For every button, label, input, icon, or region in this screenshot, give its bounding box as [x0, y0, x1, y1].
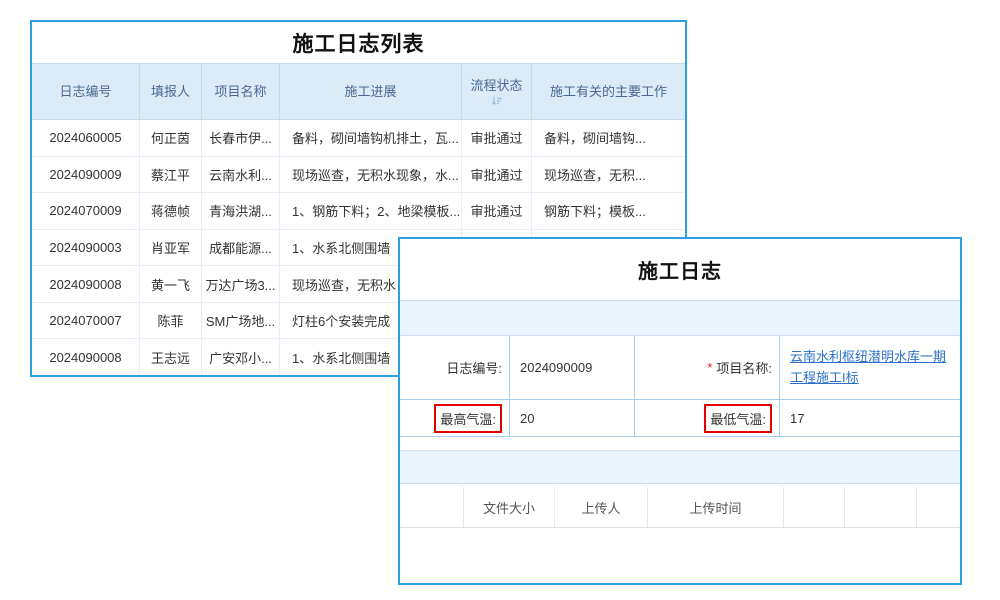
project-name-label: * 项目名称: [635, 336, 780, 399]
reporter-link[interactable]: 王志远 [140, 339, 202, 375]
log-no-link[interactable]: 2024090003 [32, 230, 140, 266]
log-no-link[interactable]: 2024090008 [32, 266, 140, 302]
field-row-temperature: 最高气温: 20 最低气温: 17 [400, 400, 960, 437]
required-asterisk: * [707, 360, 712, 375]
reporter-link[interactable]: 肖亚军 [140, 230, 202, 266]
progress-text: 1、钢筋下料；2、地梁模板... [280, 193, 462, 229]
column-header-project: 项目名称 [202, 64, 280, 119]
status-badge: 审批通过 [462, 193, 532, 229]
attachment-col-upload-time: 上传时间 [648, 487, 784, 527]
attachment-col-file-size: 文件大小 [464, 487, 555, 527]
project-link[interactable]: 广安邓小... [202, 339, 280, 375]
column-header-status-label: 流程状态 [470, 77, 522, 95]
list-table-header: 日志编号 填报人 项目名称 施工进展 流程状态 施工有关的主要工作 [32, 63, 685, 120]
max-temp-label-cell: 最高气温: [400, 400, 510, 436]
column-header-status[interactable]: 流程状态 [462, 64, 532, 119]
attachment-col-blank-2 [784, 487, 845, 527]
column-header-progress: 施工进展 [280, 64, 462, 119]
page: 施工日志列表 日志编号 填报人 项目名称 施工进展 流程状态 施工有关的主要工作… [0, 0, 1000, 600]
max-temp-annotation-box: 最高气温: [434, 404, 502, 433]
project-link[interactable]: SM广场地... [202, 303, 280, 339]
log-no-link[interactable]: 2024070009 [32, 193, 140, 229]
project-name-label-text: 项目名称: [716, 358, 772, 377]
project-link[interactable]: 成都能源... [202, 230, 280, 266]
table-row[interactable]: 2024090009 蔡江平 云南水利... 现场巡查，无积水现象，水... 审… [32, 157, 685, 194]
column-header-log-no: 日志编号 [32, 64, 140, 119]
main-work-text: 钢筋下料；模板... [532, 193, 685, 229]
log-no-link[interactable]: 2024090009 [32, 157, 140, 193]
project-name-cell: 云南水利枢纽潜明水库一期工程施工I标 [780, 336, 960, 399]
status-badge: 审批通过 [462, 120, 532, 156]
list-panel-title: 施工日志列表 [32, 22, 685, 63]
project-name-link[interactable]: 云南水利枢纽潜明水库一期工程施工I标 [780, 341, 960, 393]
attachment-col-blank-3 [845, 487, 917, 527]
column-header-reporter: 填报人 [140, 64, 202, 119]
reporter-link[interactable]: 何正茵 [140, 120, 202, 156]
table-row[interactable]: 2024060005 何正茵 长春市伊... 备料，砌间墙钩机排土，瓦... 审… [32, 120, 685, 157]
attachment-table-header: 文件大小 上传人 上传时间 [400, 487, 960, 528]
log-no-link[interactable]: 2024060005 [32, 120, 140, 156]
main-work-text: 备料，砌间墙钩... [532, 120, 685, 156]
section-band-top [400, 300, 960, 336]
section-band-attachments [400, 450, 960, 484]
project-link[interactable]: 青海洪湖... [202, 193, 280, 229]
status-badge: 审批通过 [462, 157, 532, 193]
progress-text: 备料，砌间墙钩机排土，瓦... [280, 120, 462, 156]
min-temp-label-cell: 最低气温: [635, 400, 780, 436]
log-no-link[interactable]: 2024070007 [32, 303, 140, 339]
table-row[interactable]: 2024070009 蒋德帧 青海洪湖... 1、钢筋下料；2、地梁模板... … [32, 193, 685, 230]
log-no-label: 日志编号: [400, 336, 510, 399]
attachment-col-blank-1 [400, 487, 464, 527]
max-temp-label: 最高气温: [440, 412, 496, 427]
max-temp-value: 20 [510, 400, 635, 436]
construction-log-detail-panel: 施工日志 日志编号: 2024090009 * 项目名称: 云南水利枢纽潜明水库… [398, 237, 962, 585]
progress-text: 现场巡查，无积水现象，水... [280, 157, 462, 193]
main-work-text: 现场巡查，无积... [532, 157, 685, 193]
project-link[interactable]: 云南水利... [202, 157, 280, 193]
attachment-col-blank-4 [917, 487, 960, 527]
min-temp-annotation-box: 最低气温: [704, 404, 772, 433]
attachment-table-empty-area [400, 528, 960, 583]
field-row-log-project: 日志编号: 2024090009 * 项目名称: 云南水利枢纽潜明水库一期工程施… [400, 336, 960, 400]
sort-icon[interactable] [491, 96, 503, 106]
min-temp-value: 17 [780, 400, 960, 436]
attachment-col-uploader: 上传人 [555, 487, 648, 527]
reporter-link[interactable]: 蔡江平 [140, 157, 202, 193]
min-temp-label: 最低气温: [710, 412, 766, 427]
project-link[interactable]: 万达广场3... [202, 266, 280, 302]
project-link[interactable]: 长春市伊... [202, 120, 280, 156]
detail-panel-title: 施工日志 [400, 239, 960, 300]
log-no-value: 2024090009 [510, 336, 635, 399]
reporter-link[interactable]: 黄一飞 [140, 266, 202, 302]
column-header-main-work: 施工有关的主要工作 [532, 64, 685, 119]
reporter-link[interactable]: 蒋德帧 [140, 193, 202, 229]
log-no-link[interactable]: 2024090008 [32, 339, 140, 375]
reporter-link[interactable]: 陈菲 [140, 303, 202, 339]
